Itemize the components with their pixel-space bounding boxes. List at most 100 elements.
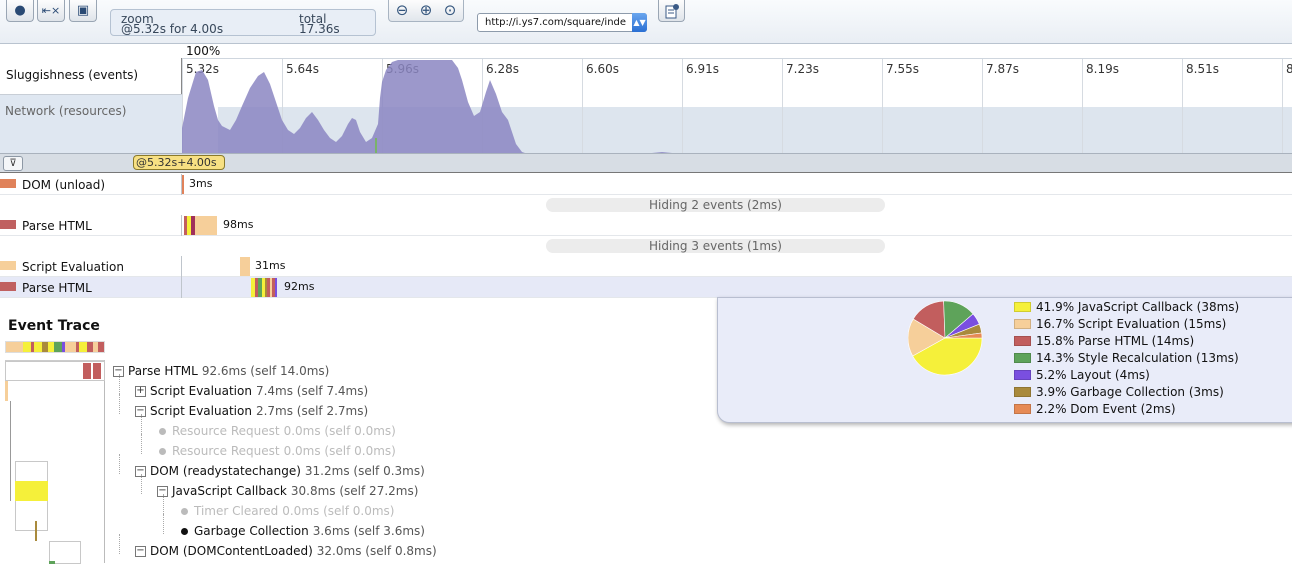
event-row-label: Script Evaluation	[0, 256, 182, 277]
trace-node[interactable]: − DOM (DOMContentLoaded) 32.0ms (self 0.8m…	[135, 544, 437, 558]
pie-legend-item: 16.7% Script Evaluation (15ms)	[1014, 317, 1226, 331]
trace-minibar	[5, 341, 105, 353]
zoom-fit-button[interactable]: ⊙	[439, 0, 461, 20]
trace-node-name: Resource Request	[172, 424, 280, 438]
event-duration: 98ms	[223, 218, 254, 231]
trace-node[interactable]: Resource Request 0.0ms (self 0.0ms)	[157, 424, 396, 438]
selection-range-handle[interactable]: @5.32s+4.00s	[133, 155, 225, 170]
leaf-bullet-icon	[159, 428, 166, 435]
trace-node-time: 32.0ms (self 0.8ms)	[316, 544, 437, 558]
collapse-icon[interactable]: −	[135, 546, 146, 557]
url-value: http://i.ys7.com/square/inde	[485, 17, 627, 28]
trace-node[interactable]: − DOM (readystatechange) 31.2ms (self 0.3m…	[135, 464, 425, 478]
filter-button[interactable]: ⊽	[3, 156, 23, 171]
event-row[interactable]: Parse HTML 92ms	[0, 277, 1292, 298]
trace-node-time: 0.0ms (self 0.0ms)	[283, 444, 396, 458]
event-segment[interactable]	[275, 278, 277, 297]
trace-node-name: Resource Request	[172, 444, 280, 458]
legend-label: 16.7% Script Evaluation (15ms)	[1036, 317, 1227, 331]
legend-swatch	[1014, 387, 1031, 397]
event-row[interactable]: Script Evaluation 31ms	[0, 256, 1292, 277]
export-button[interactable]	[658, 0, 685, 22]
event-trace-title: Event Trace	[8, 318, 100, 334]
trace-node[interactable]: + Script Evaluation 7.4ms (self 7.4ms)	[135, 384, 368, 398]
url-select[interactable]: http://i.ys7.com/square/inde ▲▼	[477, 13, 647, 32]
toolbar: ● ⇤× ▣ zoom @5.32s for 4.00s total 17.36…	[0, 0, 1292, 44]
event-color-swatch	[0, 179, 16, 188]
save-icon: ▣	[76, 3, 90, 18]
event-row-label: DOM (unload)	[0, 174, 182, 195]
clear-icon: ⇤×	[41, 4, 61, 17]
trace-node[interactable]: Garbage Collection 3.6ms (self 3.6ms)	[179, 524, 425, 538]
clear-button[interactable]: ⇤×	[37, 0, 65, 22]
event-name: Parse HTML	[22, 281, 92, 295]
trace-node[interactable]: − JavaScript Callback 30.8ms (self 27.2ms)	[157, 484, 418, 498]
tree-guide	[163, 494, 164, 514]
legend-swatch	[1014, 302, 1031, 312]
select-arrows-icon[interactable]: ▲▼	[632, 13, 647, 32]
trace-node[interactable]: − Script Evaluation 2.7ms (self 2.7ms)	[135, 404, 368, 418]
tree-guide	[141, 434, 142, 454]
zoom-out-button[interactable]: ⊖	[391, 0, 413, 20]
legend-label: 3.9% Garbage Collection (3ms)	[1036, 385, 1224, 399]
tree-guide	[119, 454, 120, 474]
event-duration: 3ms	[189, 177, 213, 190]
legend-label: 5.2% Layout (4ms)	[1036, 368, 1150, 382]
pie-legend-item: 41.9% JavaScript Callback (38ms)	[1014, 300, 1239, 314]
trace-node-time: 0.0ms (self 0.0ms)	[282, 504, 395, 518]
save-button[interactable]: ▣	[69, 0, 97, 22]
pie-legend-item: 15.8% Parse HTML (14ms)	[1014, 334, 1194, 348]
trace-node-time: 92.6ms (self 14.0ms)	[201, 364, 330, 378]
event-row[interactable]: DOM (unload) 3ms	[0, 174, 1292, 195]
zoom-out-icon: ⊖	[395, 1, 409, 19]
trace-node-name: Script Evaluation	[150, 404, 252, 418]
sluggishness-area	[182, 60, 682, 154]
overview-lanes: Sluggishness (events) Network (resources…	[0, 58, 182, 156]
event-segment[interactable]	[240, 257, 250, 276]
tree-guide	[163, 514, 164, 534]
trace-node-time: 0.0ms (self 0.0ms)	[283, 424, 396, 438]
hidden-events-row[interactable]: Hiding 2 events (2ms)	[0, 195, 1292, 216]
tree-guide	[119, 374, 120, 394]
trace-node[interactable]: Timer Cleared 0.0ms (self 0.0ms)	[179, 504, 394, 518]
trace-node-time: 7.4ms (self 7.4ms)	[255, 384, 369, 398]
record-button[interactable]: ●	[6, 0, 34, 22]
trace-node-name: DOM (readystatechange)	[150, 464, 301, 478]
zoom-fit-icon: ⊙	[443, 1, 457, 19]
export-icon	[665, 3, 679, 18]
trace-node[interactable]: Resource Request 0.0ms (self 0.0ms)	[157, 444, 396, 458]
trace-node[interactable]: − Parse HTML 92.6ms (self 14.0ms)	[113, 364, 329, 378]
zoom-percent: 100%	[186, 44, 221, 58]
legend-swatch	[1014, 370, 1031, 380]
trace-node-name: DOM (DOMContentLoaded)	[150, 544, 313, 558]
trace-node-time: 31.2ms (self 0.3ms)	[304, 464, 425, 478]
legend-swatch	[1014, 336, 1031, 346]
trace-minimap[interactable]	[5, 360, 105, 564]
zoom-buttons: ⊖ ⊕ ⊙	[388, 0, 464, 22]
legend-label: 41.9% JavaScript Callback (38ms)	[1036, 300, 1240, 314]
zoom-in-button[interactable]: ⊕	[415, 0, 437, 20]
leaf-bullet-icon	[159, 448, 166, 455]
sluggishness-chart	[182, 60, 682, 154]
event-row[interactable]: Parse HTML 98ms	[0, 215, 1292, 236]
legend-swatch	[1014, 404, 1031, 414]
tree-guide	[119, 394, 120, 414]
tree-guide	[119, 534, 120, 554]
event-segment[interactable]	[182, 175, 184, 194]
trace-node-name: Timer Cleared	[194, 504, 279, 518]
event-name: Parse HTML	[22, 219, 92, 233]
hidden-events-label[interactable]: Hiding 3 events (1ms)	[546, 239, 885, 253]
hidden-events-label[interactable]: Hiding 2 events (2ms)	[546, 198, 885, 212]
event-color-swatch	[0, 220, 16, 229]
expand-icon[interactable]: +	[135, 386, 146, 397]
leaf-bullet-icon	[181, 508, 188, 515]
event-name: DOM (unload)	[22, 178, 106, 192]
lane-network: Network (resources)	[0, 95, 182, 156]
pie-panel: 41.9% JavaScript Callback (38ms) 16.7% Sc…	[717, 297, 1292, 423]
event-duration: 31ms	[255, 259, 286, 272]
event-segment[interactable]	[199, 216, 217, 235]
zoom-info: zoom @5.32s for 4.00s total 17.36s	[110, 9, 376, 36]
event-name: Script Evaluation	[22, 260, 124, 274]
zoom-value: @5.32s for 4.00s	[121, 22, 224, 36]
hidden-events-row[interactable]: Hiding 3 events (1ms)	[0, 236, 1292, 257]
